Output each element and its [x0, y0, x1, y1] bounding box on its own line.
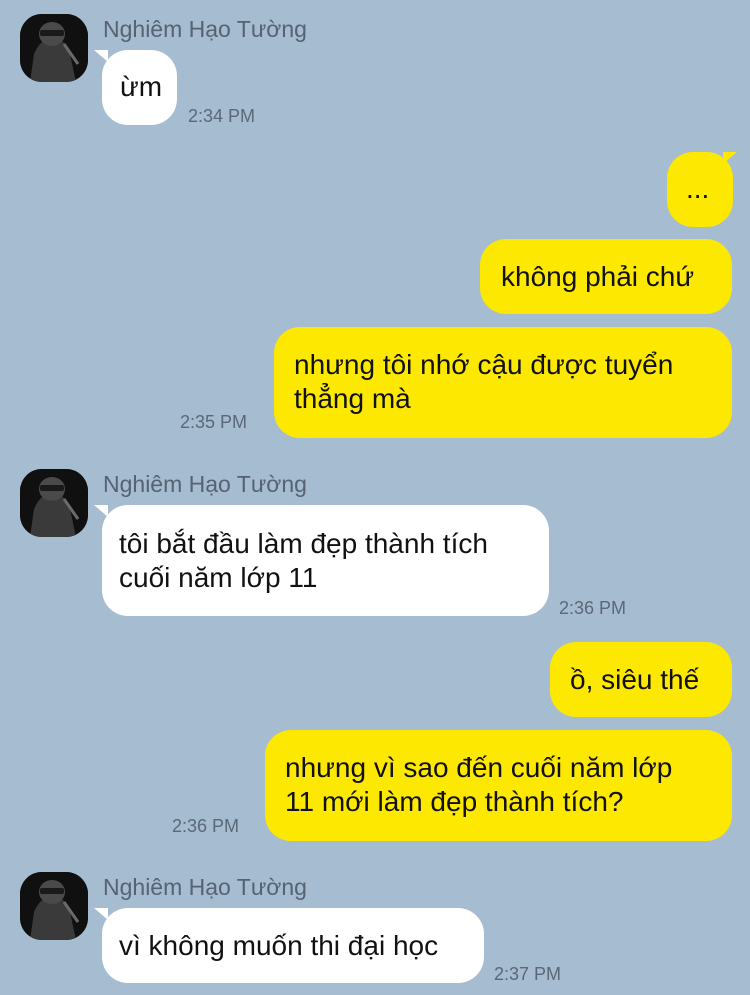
message-text: ...: [686, 173, 710, 204]
message-bubble-incoming[interactable]: ừm: [102, 50, 177, 125]
message-text-line: nhưng vì sao đến cuối năm lớp: [285, 752, 673, 783]
sender-name: Nghiêm Hạo Tường: [103, 16, 307, 42]
message-time: 2:36 PM: [172, 816, 240, 836]
message-text: không phải chứ: [501, 261, 695, 292]
bubble-tail: [723, 152, 737, 164]
sender-name: Nghiêm Hạo Tường: [103, 471, 307, 497]
message-bubble-outgoing[interactable]: không phải chứ: [480, 239, 732, 314]
message-bubble-outgoing[interactable]: ồ, siêu thế: [550, 642, 732, 717]
message-text: vì không muốn thi đại học: [119, 930, 439, 961]
message-text-line: tôi bắt đầu làm đẹp thành tích: [119, 528, 488, 559]
message-time: 2:34 PM: [188, 106, 256, 126]
message-bubble-outgoing[interactable]: nhưng tôi nhớ cậu được tuyển thẳng mà: [274, 327, 732, 438]
message-text-line: nhưng tôi nhớ cậu được tuyển: [294, 349, 674, 380]
message-bubble-incoming[interactable]: tôi bắt đầu làm đẹp thành tích cuối năm …: [102, 505, 549, 616]
message-text: ừm: [120, 71, 163, 102]
chat-area[interactable]: Nghiêm Hạo Tường ừm 2:34 PM ... không ph…: [0, 0, 750, 995]
message-bubble-incoming[interactable]: vì không muốn thi đại học: [102, 908, 484, 983]
sender-name: Nghiêm Hạo Tường: [103, 874, 307, 900]
message-text-line: thẳng mà: [294, 383, 411, 414]
message-time: 2:37 PM: [494, 964, 562, 984]
message-time: 2:35 PM: [180, 412, 248, 432]
message-time: 2:36 PM: [559, 598, 627, 618]
contact-avatar[interactable]: [20, 469, 88, 537]
contact-avatar[interactable]: [20, 872, 88, 940]
message-text-line: 11 mới làm đẹp thành tích?: [285, 786, 624, 817]
message-text: ồ, siêu thế: [570, 664, 700, 695]
message-text-line: cuối năm lớp 11: [119, 562, 318, 593]
message-bubble-outgoing[interactable]: nhưng vì sao đến cuối năm lớp 11 mới làm…: [265, 730, 732, 841]
contact-avatar[interactable]: [20, 14, 88, 82]
